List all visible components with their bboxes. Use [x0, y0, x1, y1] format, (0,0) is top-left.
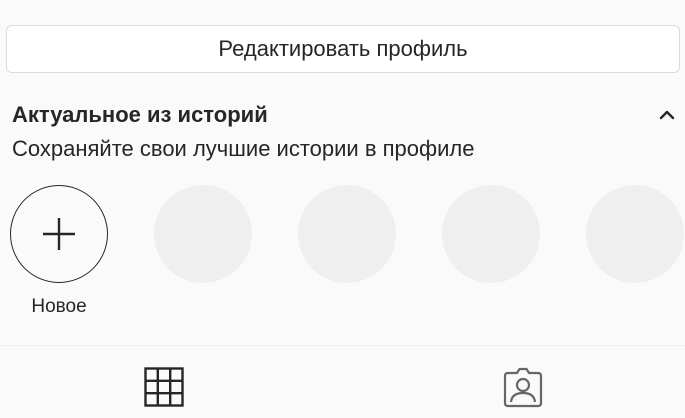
- new-highlight-button[interactable]: [10, 185, 108, 283]
- highlights-subtitle: Сохраняйте свои лучшие истории в профиле: [12, 136, 475, 161]
- chevron-up-icon[interactable]: [657, 105, 677, 125]
- highlight-placeholder: [298, 185, 396, 283]
- tab-tagged[interactable]: [501, 365, 545, 409]
- tab-divider: [0, 345, 685, 346]
- edit-profile-button[interactable]: Редактировать профиль: [6, 25, 680, 73]
- highlight-placeholder: [442, 185, 540, 283]
- tagged-person-icon: [503, 367, 543, 408]
- new-highlight-label: Новое: [31, 296, 87, 317]
- highlights-title: Актуальное из историй: [12, 102, 268, 127]
- grid-icon: [144, 367, 184, 407]
- highlights-header[interactable]: Актуальное из историй: [12, 100, 677, 130]
- plus-icon: [43, 218, 75, 250]
- tab-grid[interactable]: [142, 365, 186, 409]
- highlight-placeholder: [154, 185, 252, 283]
- highlight-placeholder: [586, 185, 684, 283]
